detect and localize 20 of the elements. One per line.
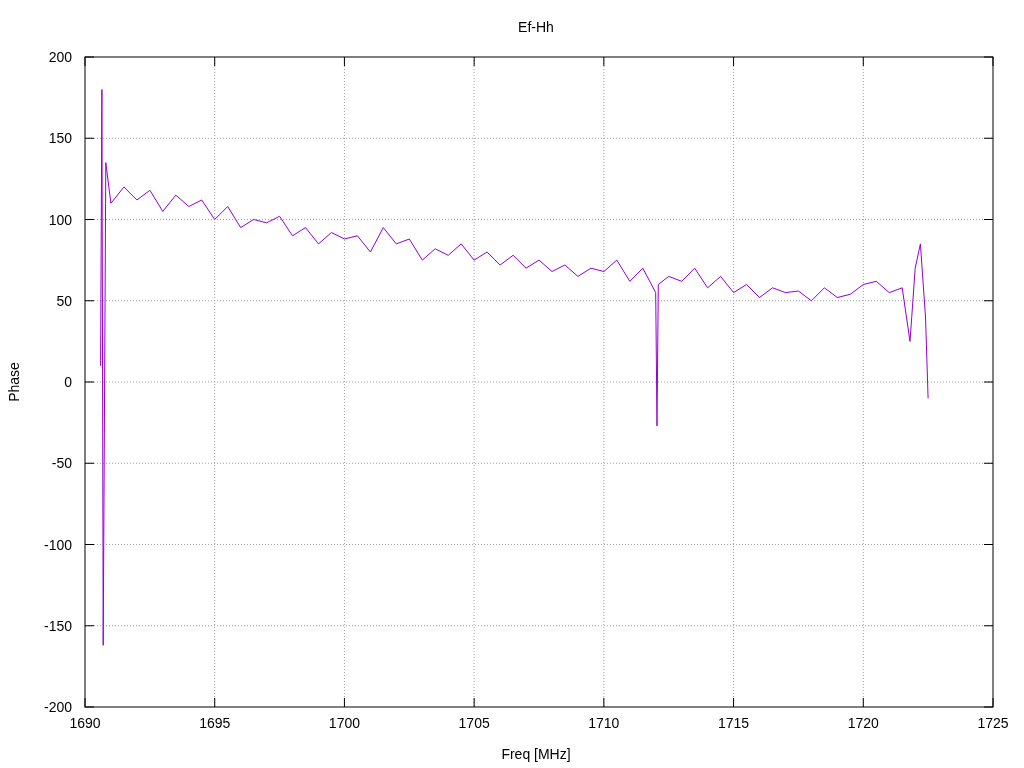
x-axis-label: Freq [MHz] xyxy=(501,746,571,762)
y-tick-label: 100 xyxy=(48,211,72,228)
y-tick-label: 150 xyxy=(48,130,72,147)
x-tick-label: 1720 xyxy=(847,715,879,731)
x-tick-label: 1690 xyxy=(69,715,101,731)
x-tick-label: 1715 xyxy=(718,715,750,731)
y-tick-label: -200 xyxy=(43,699,72,715)
x-tick-label: 1695 xyxy=(199,715,231,731)
y-tick-label: 0 xyxy=(64,374,72,390)
y-tick-label: 50 xyxy=(56,292,72,309)
y-tick-label: -100 xyxy=(43,536,72,553)
chart-title: Ef-Hh xyxy=(518,19,554,35)
x-tick-label: 1725 xyxy=(977,715,1009,731)
y-axis-label: Phase xyxy=(6,362,22,402)
x-tick-label: 1700 xyxy=(328,715,360,731)
x-tick-label: 1705 xyxy=(458,715,490,731)
y-tick-label: -150 xyxy=(43,617,72,634)
y-tick-label: -50 xyxy=(51,455,72,472)
x-tick-label: 1710 xyxy=(588,715,620,731)
y-tick-label: 200 xyxy=(48,49,72,65)
